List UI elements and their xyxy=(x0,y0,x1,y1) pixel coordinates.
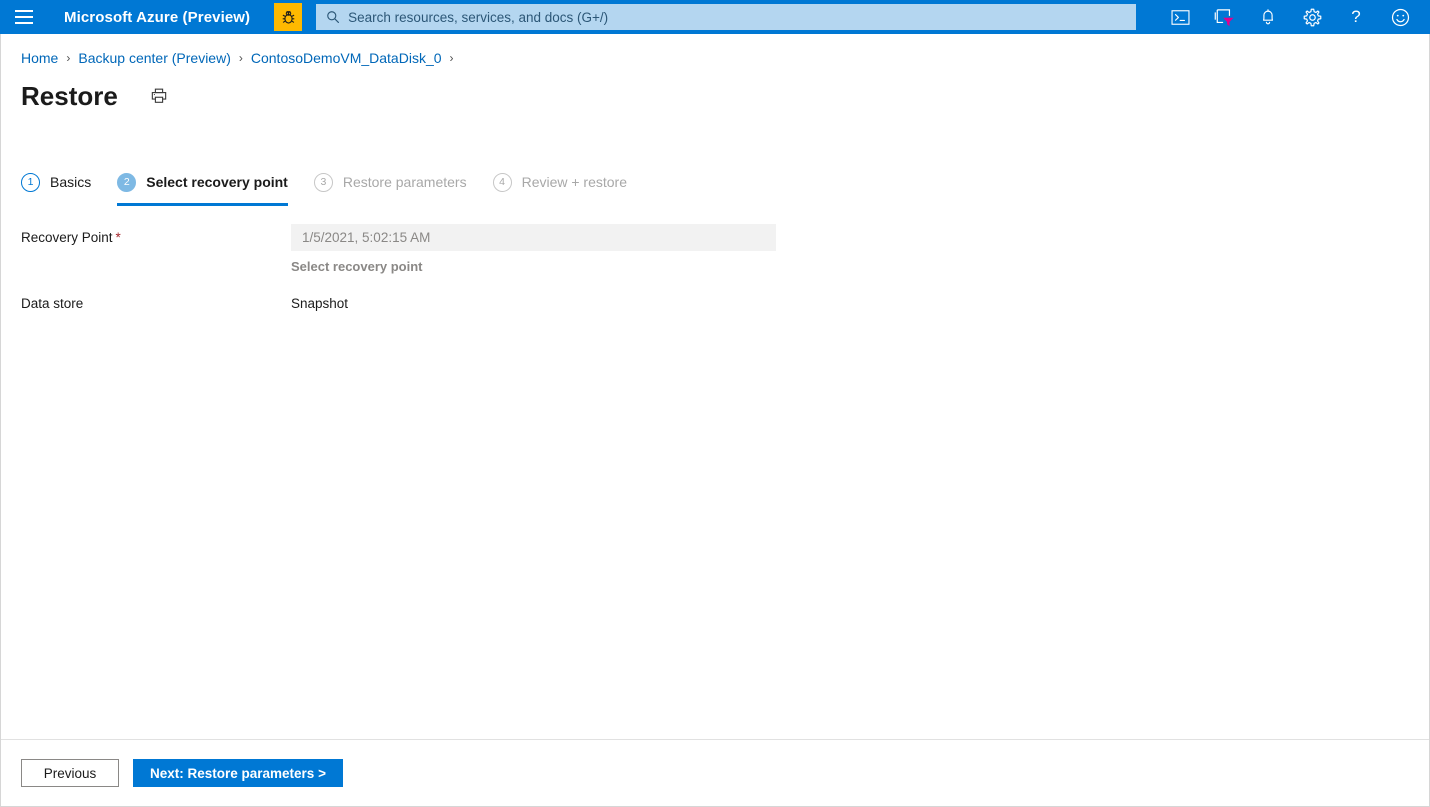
wizard-step-number: 3 xyxy=(313,172,333,192)
breadcrumb-separator-icon: › xyxy=(238,51,243,65)
recovery-point-field: 1/5/2021, 5:02:15 AM Select recovery poi… xyxy=(291,224,821,276)
next-restore-parameters-button[interactable]: Next: Restore parameters > xyxy=(133,759,343,787)
cloud-shell-icon[interactable] xyxy=(1158,0,1202,34)
search-icon xyxy=(324,8,342,26)
directory-filter-icon[interactable] xyxy=(1202,0,1246,34)
feedback-smiley-icon[interactable] xyxy=(1378,0,1422,34)
page-title-row: Restore xyxy=(21,79,172,113)
wizard-step-number: 1 xyxy=(21,172,40,192)
global-search-placeholder: Search resources, services, and docs (G+… xyxy=(348,9,609,25)
wizard-footer: Previous Next: Restore parameters > xyxy=(1,739,1429,806)
hamburger-menu-icon[interactable] xyxy=(0,0,48,34)
wizard-step-label: Select recovery point xyxy=(146,174,288,190)
wizard-step-label: Restore parameters xyxy=(342,174,467,190)
form-row-recovery-point: Recovery Point * 1/5/2021, 5:02:15 AM Sel… xyxy=(21,224,821,276)
global-search-input[interactable]: Search resources, services, and docs (G+… xyxy=(316,4,1137,30)
breadcrumb: Home › Backup center (Preview) › Contoso… xyxy=(21,50,462,66)
restore-blade: Home › Backup center (Preview) › Contoso… xyxy=(0,34,1430,807)
breadcrumb-item-home[interactable]: Home xyxy=(21,50,58,66)
form-row-data-store: Data store Snapshot xyxy=(21,290,821,318)
wizard-step-review-restore: 4 Review + restore xyxy=(492,167,653,197)
previous-button[interactable]: Previous xyxy=(21,759,119,787)
wizard-step-select-recovery-point[interactable]: 2 Select recovery point xyxy=(117,167,314,206)
wizard-step-label: Review + restore xyxy=(521,174,628,190)
hamburger-bar xyxy=(15,16,33,18)
wizard-step-number: 4 xyxy=(492,172,512,192)
wizard-step-number: 2 xyxy=(117,172,137,192)
wizard-steps: 1 Basics 2 Select recovery point 3 Resto… xyxy=(21,167,653,206)
required-marker-icon: * xyxy=(115,230,121,245)
printer-icon[interactable] xyxy=(146,83,172,109)
recovery-point-input[interactable]: 1/5/2021, 5:02:15 AM xyxy=(291,224,776,251)
azure-top-header: Microsoft Azure (Preview) Search resourc… xyxy=(0,0,1430,34)
data-store-field: Snapshot xyxy=(291,290,821,318)
settings-gear-icon[interactable] xyxy=(1290,0,1334,34)
restore-form: Recovery Point * 1/5/2021, 5:02:15 AM Sel… xyxy=(21,224,821,332)
hamburger-bar xyxy=(15,22,33,24)
breadcrumb-item-resource[interactable]: ContosoDemoVM_DataDisk_0 xyxy=(251,50,442,66)
breadcrumb-item-backup-center[interactable]: Backup center (Preview) xyxy=(78,50,231,66)
bug-icon[interactable] xyxy=(274,3,303,31)
select-recovery-point-link[interactable]: Select recovery point xyxy=(291,259,423,274)
wizard-step-basics[interactable]: 1 Basics xyxy=(21,167,117,197)
help-question-icon[interactable]: ? xyxy=(1334,0,1378,34)
hamburger-bar xyxy=(15,10,33,12)
azure-brand-title[interactable]: Microsoft Azure (Preview) xyxy=(64,9,250,26)
data-store-value: Snapshot xyxy=(291,296,349,311)
notifications-bell-icon[interactable] xyxy=(1246,0,1290,34)
top-header-actions: ? xyxy=(1158,0,1430,34)
data-store-label: Data store xyxy=(21,296,84,311)
recovery-point-label: Recovery Point * xyxy=(21,224,291,252)
wizard-step-label: Basics xyxy=(50,174,92,190)
breadcrumb-separator-icon: › xyxy=(449,51,454,65)
breadcrumb-separator-icon: › xyxy=(66,51,71,65)
page-title: Restore xyxy=(21,81,118,111)
recovery-point-label-text: Recovery Point xyxy=(21,230,113,245)
wizard-step-restore-parameters: 3 Restore parameters xyxy=(313,167,493,197)
